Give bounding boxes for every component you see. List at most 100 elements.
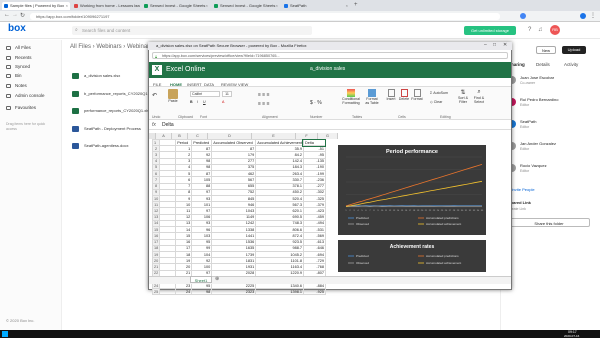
undo-button[interactable]: ↶ — [152, 92, 157, 99]
file-row[interactable]: performance_reports_CY2020Q1.xlsx — [70, 106, 151, 116]
back-icon[interactable]: ← — [4, 12, 10, 18]
browser-tab[interactable]: Working from home - Lessons learn × — [72, 2, 140, 10]
sidebar-item[interactable]: Recents — [6, 54, 46, 61]
tab-favicon-icon — [214, 4, 218, 8]
user-avatar[interactable]: RB — [550, 25, 560, 35]
chart-title: Period performance — [386, 149, 438, 155]
collaborator[interactable]: Juan Jose Escobar Co-owner — [508, 74, 598, 88]
right-panel-tab[interactable]: Activity — [564, 62, 578, 67]
collaborator[interactable]: Rui Pedro Bernardino Editor — [508, 96, 598, 110]
cell[interactable]: 98 — [191, 288, 213, 296]
font-color-icon[interactable]: A — [222, 100, 224, 104]
collaborator-name: Rocio Vazquez — [520, 163, 547, 168]
file-row[interactable]: a_division sales.xlsx — [70, 71, 120, 81]
sidebar-item[interactable]: Favourites — [6, 104, 46, 111]
popup-urlbar[interactable]: 🔒︎ https://app.box.com/services/preview/… — [152, 52, 508, 59]
conditional-formatting-button[interactable]: Conditional Formatting — [342, 89, 360, 105]
sidebar-item-icon — [6, 84, 11, 88]
add-sheet-icon[interactable]: ⊕ — [215, 276, 219, 282]
breadcrumb-item[interactable]: All Files — [70, 44, 91, 50]
sort-icon: ⇅ — [460, 90, 466, 96]
tab-close-icon[interactable]: × — [136, 2, 138, 10]
right-panel-tab[interactable]: Details — [536, 62, 550, 67]
file-row[interactable]: SeatPath - Deployment Process — [70, 124, 141, 134]
browser-tab[interactable]: Sensed Invest - Google Sheets × — [212, 2, 280, 10]
minimize-icon[interactable]: – — [484, 42, 487, 48]
browser-tab[interactable]: Sample files | Powered by Box × — [2, 2, 70, 10]
share-folder-button[interactable]: Share this folder — [508, 218, 590, 227]
tab-close-icon[interactable]: × — [66, 2, 68, 10]
spreadsheet-grid[interactable]: 1 Period Predicted Accumulated Observed Accu… — [151, 138, 327, 296]
file-row[interactable]: SeatPath-agentless.docx — [70, 141, 128, 151]
browser-tab[interactable]: SeatPath × — [282, 2, 350, 10]
reload-icon[interactable]: ↻ — [20, 12, 25, 19]
clear-button[interactable]: ◇ Clear — [430, 100, 442, 104]
font-name-select[interactable]: Calibri — [190, 91, 220, 97]
format-button[interactable]: Format — [411, 89, 423, 101]
close-icon[interactable]: ✕ — [503, 42, 507, 48]
upload-button[interactable]: Upload — [562, 46, 586, 54]
wrap-icon[interactable]: ≡ ≡ ≡ — [258, 101, 270, 107]
sidebar-item[interactable]: All Files — [6, 44, 46, 51]
cell[interactable]: 1398.1 — [255, 288, 304, 296]
delete-button[interactable]: Delete — [398, 89, 410, 101]
tab-favicon-icon — [4, 4, 8, 8]
underline-button[interactable]: U — [203, 100, 206, 104]
profile-icon[interactable] — [580, 13, 586, 19]
new-button[interactable]: New — [536, 46, 556, 54]
help-icon[interactable]: ? — [528, 27, 531, 33]
currency-icon[interactable]: $ · % — [310, 100, 322, 106]
tab-close-icon[interactable]: × — [346, 2, 348, 10]
tab-close-icon[interactable]: × — [276, 2, 278, 10]
collaborator[interactable]: Jan Ander Gonzalez Editor — [508, 140, 598, 154]
new-tab-icon[interactable]: + — [354, 2, 358, 8]
collaborator-role: Editor — [520, 125, 530, 129]
achievement-rates-chart[interactable]: Achievement rates Predicted Accumulated pr… — [338, 240, 486, 272]
forward-icon[interactable]: → — [12, 12, 18, 18]
tab-favicon-icon — [144, 4, 148, 8]
sidebar-item[interactable]: Synced — [6, 63, 46, 70]
font-size-select[interactable]: 11 — [222, 91, 232, 97]
notifications-icon[interactable]: ♫ — [538, 27, 543, 33]
tab-label: Sample files | Powered by Box — [10, 3, 65, 8]
tab-close-icon[interactable]: × — [206, 2, 208, 10]
ribbon-group-label: Clipboard — [178, 115, 193, 119]
bold-button[interactable]: B — [190, 100, 193, 104]
maximize-icon[interactable]: □ — [493, 42, 496, 48]
sidebar-item[interactable]: Bin — [6, 72, 46, 79]
align-icon[interactable]: ≡ ≡ ≡ — [258, 92, 270, 98]
formula-input[interactable]: Delta — [162, 122, 174, 128]
collaborator[interactable]: SeatPath Editor — [508, 118, 598, 132]
period-performance-chart[interactable]: Period performance1 2 3 4 5 6 7 8 9 10 11 12 13 14 15 1… — [338, 145, 486, 235]
sidebar-item[interactable]: Notes — [6, 82, 46, 89]
browser-tab[interactable]: Sensed Invest - Google Sheets × — [142, 2, 210, 10]
cell[interactable]: 2323 — [211, 288, 257, 296]
cell[interactable]: 24 — [175, 288, 193, 296]
breadcrumb-item[interactable]: Webinars — [96, 44, 121, 50]
box-logo[interactable]: box — [8, 23, 26, 34]
start-icon[interactable] — [2, 331, 8, 337]
address-bar[interactable]: https://app.box.com/folder/109096271197 — [30, 13, 500, 20]
search-input[interactable]: ⌕ Search files and content — [72, 26, 312, 35]
file-row[interactable]: b_performance_reports_CY2020Q1.xlsx — [70, 89, 156, 99]
cell[interactable] — [159, 288, 177, 296]
autosum-button[interactable]: Σ AutoSum — [430, 91, 448, 95]
find-select-button[interactable]: ⌕ Find & Select — [472, 89, 486, 104]
sort-filter-button[interactable]: ⇅ Sort & Filter — [456, 89, 470, 104]
paste-button[interactable]: Paste — [166, 89, 180, 109]
collaborator[interactable]: Rocio Vazquez Editor — [508, 162, 598, 176]
extensions-icon[interactable] — [520, 13, 526, 19]
sidebar-item-icon — [6, 46, 11, 50]
upgrade-button[interactable]: Get unlimited storage — [464, 26, 516, 35]
menu-icon[interactable]: ⋮ — [590, 12, 596, 19]
sidebar-item-label: Admin console — [15, 93, 45, 98]
sidebar-item-label: Recents — [15, 55, 32, 60]
cell[interactable]: -925 — [302, 288, 326, 296]
sheet-tab[interactable]: Sheet1 — [190, 276, 212, 283]
italic-button[interactable]: I — [197, 100, 198, 104]
clear-label: Clear — [433, 100, 443, 104]
sidebar-item[interactable]: Admin console — [6, 92, 46, 99]
insert-button[interactable]: Insert — [386, 89, 396, 101]
format-table-button[interactable]: Format as Table — [364, 89, 380, 105]
row-header[interactable]: 25 — [151, 288, 161, 296]
